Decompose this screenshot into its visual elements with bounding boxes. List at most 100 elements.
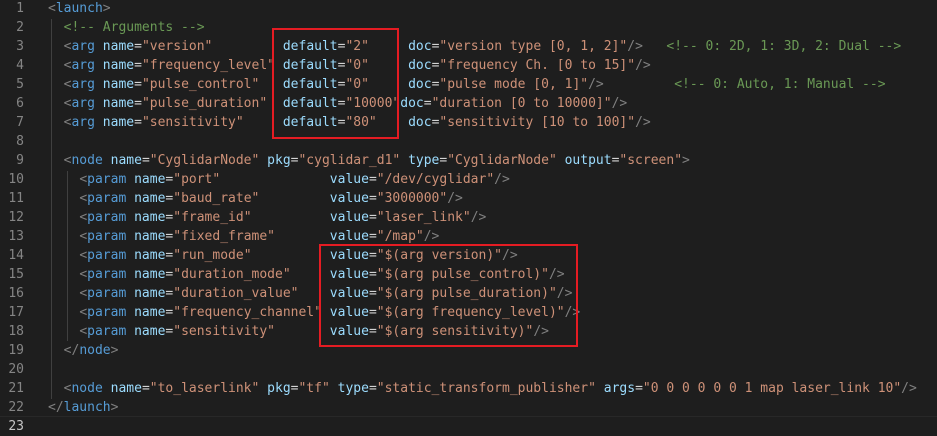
line-number: 11	[8, 191, 24, 206]
line-number: 7	[16, 115, 24, 130]
line-number: 14	[8, 248, 24, 263]
code-token: <	[48, 1, 56, 16]
code-token: output	[564, 153, 612, 168]
code-token: "port"	[173, 172, 221, 187]
code-text: <!-- Arguments -->	[48, 18, 205, 37]
code-token: <	[79, 191, 88, 206]
code-token: =	[134, 96, 142, 111]
code-token: value	[329, 210, 369, 225]
code-token: launch	[55, 1, 103, 16]
line-number: 10	[8, 172, 24, 187]
code-token: param	[87, 172, 127, 187]
code-token: name	[110, 153, 142, 168]
code-token: "frequency_channel"	[173, 305, 322, 320]
code-token: name	[102, 77, 135, 92]
code-line[interactable]: 2 <!-- Arguments -->	[0, 18, 937, 37]
code-token: node	[79, 343, 111, 358]
code-line[interactable]: 3 <arg name="version" default="2" doc="v…	[0, 37, 937, 56]
code-token: "CyglidarNode"	[149, 153, 260, 168]
code-text: <node name="CyglidarNode" pkg="cyglidar_…	[48, 151, 690, 170]
code-token: "cyglidar_d1"	[298, 153, 401, 168]
code-line[interactable]: 8	[0, 132, 937, 151]
code-token: type	[337, 381, 369, 396]
code-token: args	[603, 381, 636, 396]
code-token: param	[87, 267, 127, 282]
code-token: "screen"	[619, 153, 683, 168]
code-token: />	[901, 381, 917, 396]
code-token: name	[134, 248, 166, 263]
code-line[interactable]: 7 <arg name="sensitivity" default="80" d…	[0, 113, 937, 132]
code-token: =	[368, 172, 377, 187]
code-token: <	[79, 305, 88, 320]
code-token: =	[141, 153, 150, 168]
code-token: param	[87, 324, 127, 339]
code-token: value	[329, 229, 369, 244]
code-token: "frame_id"	[173, 210, 252, 225]
code-token: doc	[408, 77, 432, 92]
code-line[interactable]: 10 <param name="port" value="/dev/cyglid…	[0, 170, 937, 189]
code-token: >	[110, 400, 119, 415]
line-number: 15	[8, 267, 24, 282]
code-line[interactable]: 20	[0, 360, 937, 379]
code-line[interactable]: 9 <node name="CyglidarNode" pkg="cyglida…	[0, 151, 937, 170]
code-line[interactable]: 23	[0, 416, 937, 436]
code-token: param	[87, 305, 127, 320]
code-token: "run_mode"	[173, 248, 252, 263]
code-line[interactable]: 6 <arg name="pulse_duration" default="10…	[0, 94, 937, 113]
code-line[interactable]: 5 <arg name="pulse_control" default="0" …	[0, 75, 937, 94]
code-line[interactable]: 21 <node name="to_laserlink" pkg="tf" ty…	[0, 379, 937, 398]
code-token: "duration_value"	[173, 286, 299, 301]
line-number: 3	[16, 39, 24, 54]
code-token: <!-- Arguments -->	[63, 20, 205, 35]
code-token: >	[682, 153, 690, 168]
code-line[interactable]: 12 <param name="frame_id" value="laser_l…	[0, 208, 937, 227]
code-token: name	[134, 191, 166, 206]
code-editor[interactable]: 1 <launch> 2 <!-- Arguments --> 3 <arg name…	[0, 0, 937, 436]
code-token: />	[470, 210, 487, 225]
code-token: "laser_link"	[376, 210, 471, 225]
code-token: />	[423, 229, 440, 244]
code-token: />	[635, 58, 651, 73]
code-token: pkg	[267, 153, 291, 168]
code-token: param	[87, 191, 127, 206]
code-token: param	[87, 229, 127, 244]
line-number: 23	[8, 419, 24, 434]
line-number: 5	[16, 77, 24, 92]
code-token: param	[87, 248, 127, 263]
code-token: "0 0 0 0 0 0 1 map laser_link 10"	[642, 381, 902, 396]
code-line[interactable]: 4 <arg name="frequency_level" default="0…	[0, 56, 937, 75]
code-token: =	[423, 96, 432, 111]
code-line[interactable]: 11 <param name="baud_rate" value="300000…	[0, 189, 937, 208]
code-text: <param name="port" value="/dev/cyglidar"…	[48, 170, 510, 189]
code-line[interactable]: 1 <launch>	[0, 0, 937, 18]
code-token: "static_transform_publisher"	[376, 381, 596, 396]
code-token: =	[134, 77, 142, 92]
code-token: =	[368, 229, 377, 244]
code-line[interactable]: 22 </launch>	[0, 398, 937, 417]
code-token: "frequency_level"	[141, 58, 275, 73]
code-token: <	[79, 248, 88, 263]
code-token: param	[87, 286, 127, 301]
code-token: =	[141, 381, 150, 396]
code-token: name	[102, 96, 135, 111]
code-token: />	[447, 191, 463, 206]
code-token: =	[134, 115, 142, 130]
code-token: >	[102, 1, 111, 16]
code-token: />	[611, 96, 628, 111]
